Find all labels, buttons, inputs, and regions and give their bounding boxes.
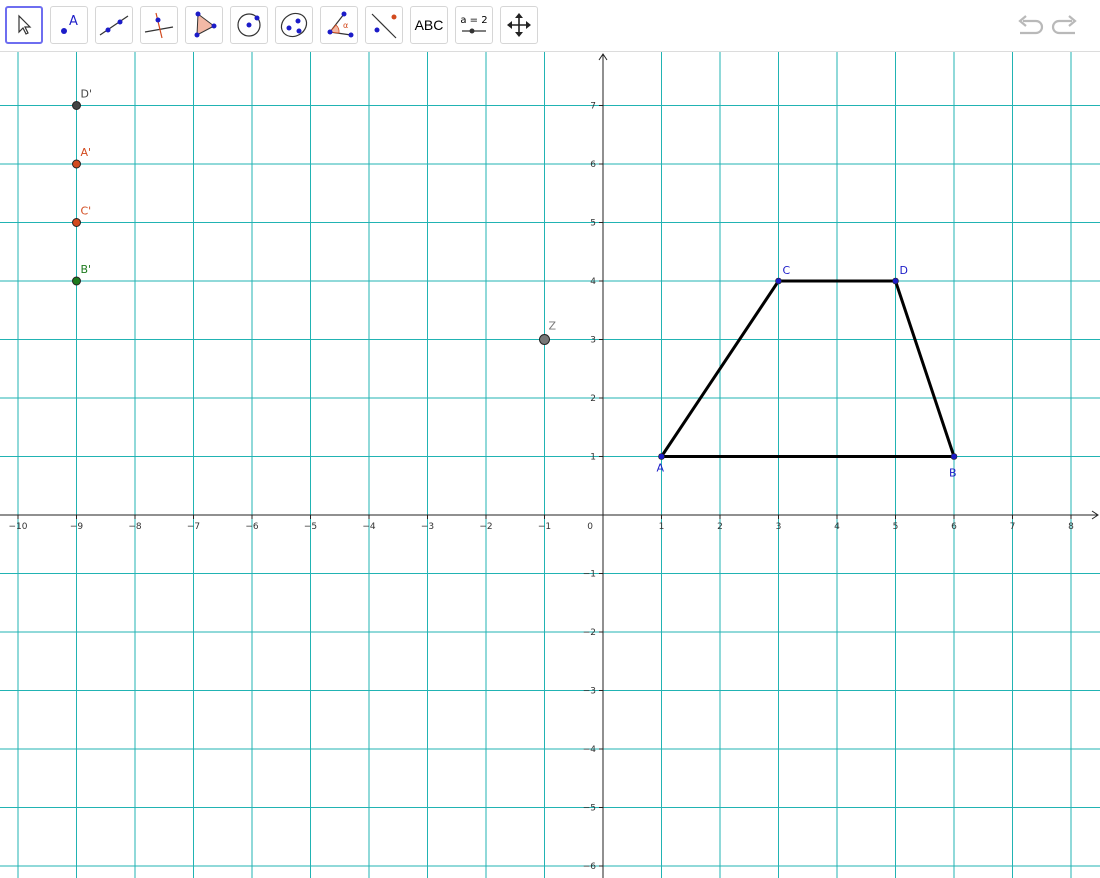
- point-tool-label: A: [69, 14, 78, 29]
- redo-button[interactable]: [1050, 12, 1082, 40]
- y-tick-label: −3: [583, 687, 596, 697]
- angle-icon: α: [327, 11, 354, 38]
- x-tick-label: 6: [951, 522, 957, 532]
- point-label-c-prime: C': [81, 205, 92, 218]
- x-tick-label: −7: [187, 522, 200, 532]
- ellipse-tool-button[interactable]: [275, 6, 313, 44]
- point-icon: A: [61, 14, 78, 34]
- point-label-z: Z: [549, 320, 557, 333]
- x-tick-label: −1: [538, 522, 551, 532]
- reflect-about-line-icon: [371, 13, 397, 39]
- x-tick-label: 3: [776, 522, 782, 532]
- ellipse-icon: [280, 12, 308, 38]
- move-tool-button[interactable]: [5, 6, 43, 44]
- reflect-about-line-tool-button[interactable]: [365, 6, 403, 44]
- x-tick-label: −9: [70, 522, 84, 532]
- polygon-tool-button[interactable]: [185, 6, 223, 44]
- polygon-ABDC[interactable]: [660, 279, 956, 458]
- x-tick-label: −6: [245, 522, 259, 532]
- circle-tool-button[interactable]: [230, 6, 268, 44]
- y-tick-label: −1: [583, 570, 596, 580]
- y-tick-label: 1: [590, 453, 596, 463]
- point-c[interactable]: [775, 277, 782, 285]
- point-d[interactable]: [892, 277, 899, 285]
- angle-tool-button[interactable]: α: [320, 6, 358, 44]
- angle-tool-label: α: [343, 21, 348, 30]
- point-label-b: B: [949, 467, 957, 480]
- line-tool-button[interactable]: [95, 6, 133, 44]
- x-tick-label: −2: [479, 522, 492, 532]
- point-b[interactable]: [950, 453, 958, 460]
- y-tick-label: −4: [583, 745, 597, 755]
- x-tick-label: −3: [421, 522, 434, 532]
- x-tick-label: −10: [9, 522, 28, 532]
- slider-icon: a = 2: [460, 15, 488, 34]
- y-tick-label: 4: [590, 277, 596, 287]
- x-tick-label: −4: [362, 522, 376, 532]
- x-tick-label: 4: [834, 522, 840, 532]
- cursor-arrow-icon: [18, 14, 32, 35]
- toolbar: A α ABC a = 2: [0, 0, 1100, 52]
- point-label-d-prime: D': [81, 88, 93, 101]
- y-tick-label: −2: [583, 628, 596, 638]
- undo-icon: [1018, 15, 1044, 35]
- x-tick-label: −5: [304, 522, 317, 532]
- coordinate-plane[interactable]: −10 −9 −8 −7 −6 −5 −4 −3 −2 −1 1 2 3 4 5 6 7 8−6−5−4−3−2−…: [0, 52, 1100, 878]
- point-label-d: D: [900, 264, 908, 277]
- point-a[interactable]: [658, 453, 665, 460]
- point-label-a-prime: A': [81, 146, 92, 159]
- point-label-b-prime: B': [81, 263, 92, 276]
- perpendicular-line-icon: [144, 12, 174, 39]
- point-d-prime[interactable]: [72, 101, 81, 110]
- y-tick-label: 6: [590, 160, 596, 170]
- circle-center-point-icon: [237, 13, 261, 37]
- point-a-prime[interactable]: [72, 159, 81, 169]
- y-tick-label: −6: [583, 862, 597, 872]
- x-tick-label: 2: [717, 522, 723, 532]
- redo-icon: [1051, 15, 1077, 35]
- slider-tool-label: a = 2: [460, 15, 487, 26]
- polygon-icon: [194, 11, 217, 38]
- y-tick-label: −5: [583, 804, 596, 814]
- x-tick-label: 1: [659, 522, 665, 532]
- text-tool-button[interactable]: ABC: [410, 6, 448, 44]
- x-tick-label: 5: [893, 522, 899, 532]
- y-tick-label: 2: [590, 394, 596, 404]
- x-tick-label: 7: [1010, 522, 1016, 532]
- undo-button[interactable]: [1013, 12, 1045, 40]
- point-label-c: C: [783, 264, 791, 277]
- point-z[interactable]: [539, 334, 550, 345]
- y-tick-label: 5: [590, 219, 596, 229]
- y-tick-label: 3: [590, 336, 596, 346]
- line-through-points-icon: [99, 15, 129, 36]
- move-arrows-icon: [507, 13, 531, 37]
- graphics-view[interactable]: −10 −9 −8 −7 −6 −5 −4 −3 −2 −1 1 2 3 4 5 6 7 8 −6 −5 −4 −3 −2−…: [0, 52, 1100, 878]
- y-tick-label: 7: [590, 102, 596, 112]
- text-tool-label: ABC: [414, 17, 444, 33]
- slider-tool-button[interactable]: a = 2: [455, 6, 493, 44]
- point-c-prime[interactable]: [72, 218, 81, 227]
- point-b-prime[interactable]: [72, 276, 81, 286]
- point-label-a: A: [657, 462, 665, 475]
- move-graphics-view-tool-button[interactable]: [500, 6, 538, 44]
- x-tick-label: 8: [1068, 522, 1074, 532]
- origin-label: 0: [587, 522, 593, 532]
- point-tool-button[interactable]: A: [50, 6, 88, 44]
- perpendicular-line-tool-button[interactable]: [140, 6, 178, 44]
- x-tick-label: −8: [128, 522, 142, 532]
